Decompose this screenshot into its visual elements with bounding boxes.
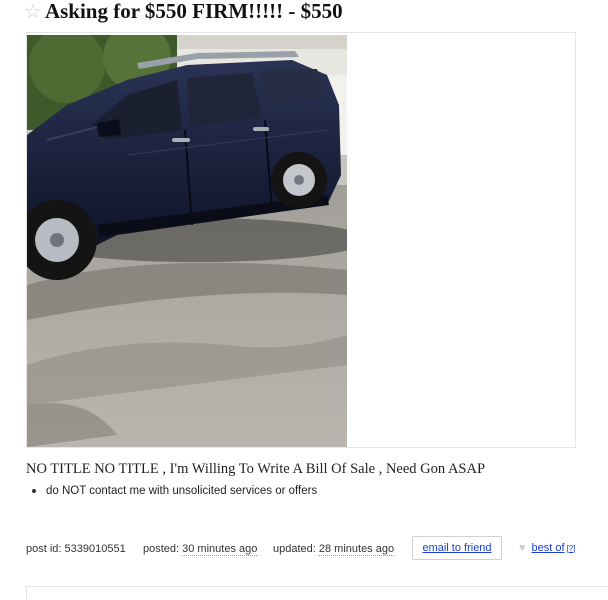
updated-time: 28 minutes ago bbox=[318, 543, 395, 556]
updated-label: updated: bbox=[273, 543, 319, 555]
posting-info: post id: 5339010551 posted: 30 minutes a… bbox=[26, 536, 586, 562]
best-of-label[interactable]: best of bbox=[532, 542, 565, 554]
updated-date: updated: 28 minutes ago bbox=[273, 543, 395, 556]
posting-title: ☆ Asking for $550 FIRM!!!!! - $550 bbox=[24, 0, 343, 25]
favorite-star-icon[interactable]: ☆ bbox=[24, 0, 42, 24]
car-photo-image[interactable] bbox=[27, 35, 347, 447]
posted-date: posted: 30 minutes ago bbox=[143, 543, 258, 556]
heart-icon: ♥ bbox=[519, 542, 526, 554]
posting-title-text: Asking for $550 FIRM!!!!! - $550 bbox=[44, 0, 343, 23]
posted-time: 30 minutes ago bbox=[182, 543, 258, 556]
post-id: post id: 5339010551 bbox=[26, 543, 126, 555]
best-of-help-link[interactable]: [?] bbox=[567, 544, 576, 553]
notice-item: do NOT contact me with unsolicited servi… bbox=[30, 485, 317, 497]
posted-label: posted: bbox=[143, 543, 183, 555]
footer-divider bbox=[26, 586, 608, 600]
posting-body: NO TITLE NO TITLE , I'm Willing To Write… bbox=[26, 461, 486, 477]
bullet-icon bbox=[32, 489, 36, 493]
notices-list: do NOT contact me with unsolicited servi… bbox=[30, 485, 317, 497]
photo-gallery bbox=[26, 32, 576, 448]
best-of-link[interactable]: ♥ best of [?] bbox=[519, 542, 575, 554]
notice-text: do NOT contact me with unsolicited servi… bbox=[46, 485, 318, 497]
email-to-friend-button[interactable]: email to friend bbox=[412, 536, 502, 560]
